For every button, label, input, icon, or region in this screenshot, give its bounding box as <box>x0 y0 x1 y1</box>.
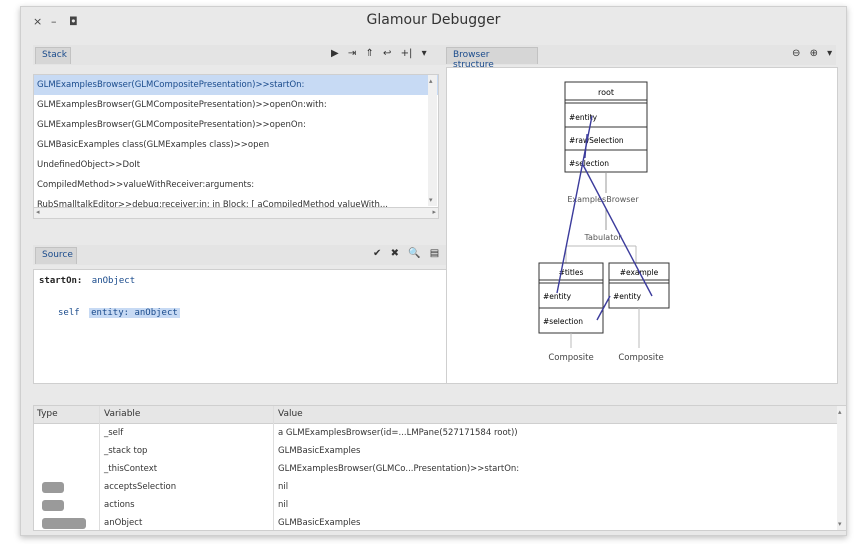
browser-structure-view: root #entity #rawSelection #selection Ex… <box>446 67 838 384</box>
accept-icon[interactable]: ✔ <box>373 248 381 259</box>
variable-name: acceptsSelection <box>104 482 177 492</box>
variables-table: Type Variable Value _self a GLMExamplesB… <box>33 405 847 531</box>
stack-frame[interactable]: GLMExamplesBrowser(GLMCompositePresentat… <box>34 75 438 95</box>
stack-frame[interactable]: GLMExamplesBrowser(GLMCompositePresentat… <box>34 115 438 135</box>
structure-graph: root #entity #rawSelection #selection Ex… <box>538 81 670 363</box>
titles-pane-port: #entity <box>543 292 572 301</box>
browser-toolbar: ⊖ ⊕ ▾ <box>786 48 832 59</box>
variable-name: _thisContext <box>104 464 158 474</box>
browser-panel-header: Browser structure ⊖ ⊕ ▾ <box>446 45 836 70</box>
composite-right-label: Composite <box>618 353 663 363</box>
stack-vertical-scrollbar[interactable]: ▴ ▾ <box>428 75 437 206</box>
restart-icon[interactable]: ↩ <box>383 48 391 59</box>
scroll-up-icon[interactable]: ▴ <box>838 408 842 416</box>
scroll-down-icon[interactable]: ▾ <box>838 520 842 528</box>
stack-menu-icon[interactable]: ▾ <box>422 48 427 59</box>
variable-name: _self <box>104 428 124 438</box>
type-badge <box>42 482 64 493</box>
root-title: root <box>598 88 614 97</box>
stack-panel-header: Stack ▶ ⇥ ⇑ ↩ +| ▾ <box>33 45 449 65</box>
variable-value: a GLMExamplesBrowser(id=...LMPane(527171… <box>278 428 518 438</box>
stack-list[interactable]: GLMExamplesBrowser(GLMCompositePresentat… <box>33 74 439 208</box>
title-bar: × – ◘ Glamour Debugger <box>21 7 846 35</box>
method-selector: startOn: <box>39 276 83 286</box>
scroll-down-icon[interactable]: ▾ <box>429 196 433 204</box>
zoom-in-icon[interactable]: ⊕ <box>810 48 818 59</box>
scroll-up-icon[interactable]: ▴ <box>429 77 433 85</box>
table-row[interactable]: _self a GLMExamplesBrowser(id=...LMPane(… <box>34 424 846 442</box>
variable-name: actions <box>104 500 135 510</box>
tab-stack[interactable]: Stack <box>35 47 71 64</box>
root-port: #selection <box>569 159 609 168</box>
column-header-variable[interactable]: Variable <box>104 409 140 419</box>
scroll-right-icon[interactable]: ▸ <box>432 208 436 216</box>
search-icon[interactable]: 🔍 <box>408 248 420 259</box>
composite-left-label: Composite <box>548 353 593 363</box>
type-badge <box>42 518 86 529</box>
source-panel-header: Source ✔ ✖ 🔍 ▤ <box>33 245 450 265</box>
stack-frame[interactable]: GLMBasicExamples class(GLMExamples class… <box>34 135 438 155</box>
table-row[interactable]: acceptsSelection nil <box>34 478 846 496</box>
self-keyword: self <box>58 308 80 318</box>
proceed-icon[interactable]: ▶ <box>331 48 339 59</box>
variable-value: GLMBasicExamples <box>278 446 361 456</box>
source-editor[interactable]: startOn: anObject self entity: anObject <box>33 269 452 384</box>
step-over-icon[interactable]: ⇑ <box>365 48 373 59</box>
source-toolbar: ✔ ✖ 🔍 ▤ <box>367 248 439 259</box>
table-row[interactable]: anObject GLMBasicExamples <box>34 514 846 532</box>
root-port: #rawSelection <box>569 136 624 145</box>
window-title: Glamour Debugger <box>366 12 501 28</box>
example-pane-node[interactable]: #example #entity <box>608 262 670 309</box>
variables-table-header: Type Variable Value <box>34 406 846 424</box>
variable-name: anObject <box>104 518 143 528</box>
root-node[interactable]: root #entity #rawSelection #selection <box>564 81 648 173</box>
stack-toolbar: ▶ ⇥ ⇑ ↩ +| ▾ <box>325 48 427 59</box>
root-port: #entity <box>569 113 598 122</box>
debugger-window: × – ◘ Glamour Debugger Stack ▶ ⇥ ⇑ ↩ +| … <box>20 6 847 536</box>
step-through-icon[interactable]: +| <box>401 48 413 59</box>
table-row[interactable]: _stack top GLMBasicExamples <box>34 442 846 460</box>
titles-pane-node[interactable]: #titles #entity #selection <box>538 262 604 334</box>
method-argument: anObject <box>91 276 136 286</box>
stack-frame[interactable]: GLMExamplesBrowser(GLMCompositePresentat… <box>34 95 438 115</box>
stack-frame[interactable]: CompiledMethod>>valueWithReceiver:argume… <box>34 175 438 195</box>
column-header-type[interactable]: Type <box>37 409 58 419</box>
type-badge <box>42 500 64 511</box>
tab-source[interactable]: Source <box>35 247 77 264</box>
variable-value: nil <box>278 500 289 510</box>
table-row[interactable]: _thisContext GLMExamplesBrowser(GLMCo...… <box>34 460 846 478</box>
variables-vertical-scrollbar[interactable]: ▴ ▾ <box>837 406 846 530</box>
variable-value: GLMExamplesBrowser(GLMCo...Presentation)… <box>278 464 520 474</box>
format-icon[interactable]: ▤ <box>430 248 439 259</box>
stack-horizontal-scrollbar[interactable]: ◂ ▸ <box>33 207 439 219</box>
step-into-icon[interactable]: ⇥ <box>348 48 356 59</box>
stack-frame[interactable]: UndefinedObject>>DoIt <box>34 155 438 175</box>
variable-name: _stack top <box>104 446 148 456</box>
tabulator-label: Tabulator <box>583 233 622 242</box>
browser-menu-icon[interactable]: ▾ <box>827 48 832 59</box>
table-row[interactable]: actions nil <box>34 496 846 514</box>
highlighted-code: entity: anObject <box>89 308 180 318</box>
cancel-icon[interactable]: ✖ <box>391 248 399 259</box>
variable-value: nil <box>278 482 289 492</box>
scroll-left-icon[interactable]: ◂ <box>36 208 40 216</box>
tab-browser-structure[interactable]: Browser structure <box>446 47 538 70</box>
variable-value: GLMBasicExamples <box>278 518 361 528</box>
column-header-value[interactable]: Value <box>278 409 303 419</box>
titles-pane-port: #selection <box>543 317 583 326</box>
zoom-out-icon[interactable]: ⊖ <box>792 48 800 59</box>
example-pane-port: #entity <box>613 292 642 301</box>
